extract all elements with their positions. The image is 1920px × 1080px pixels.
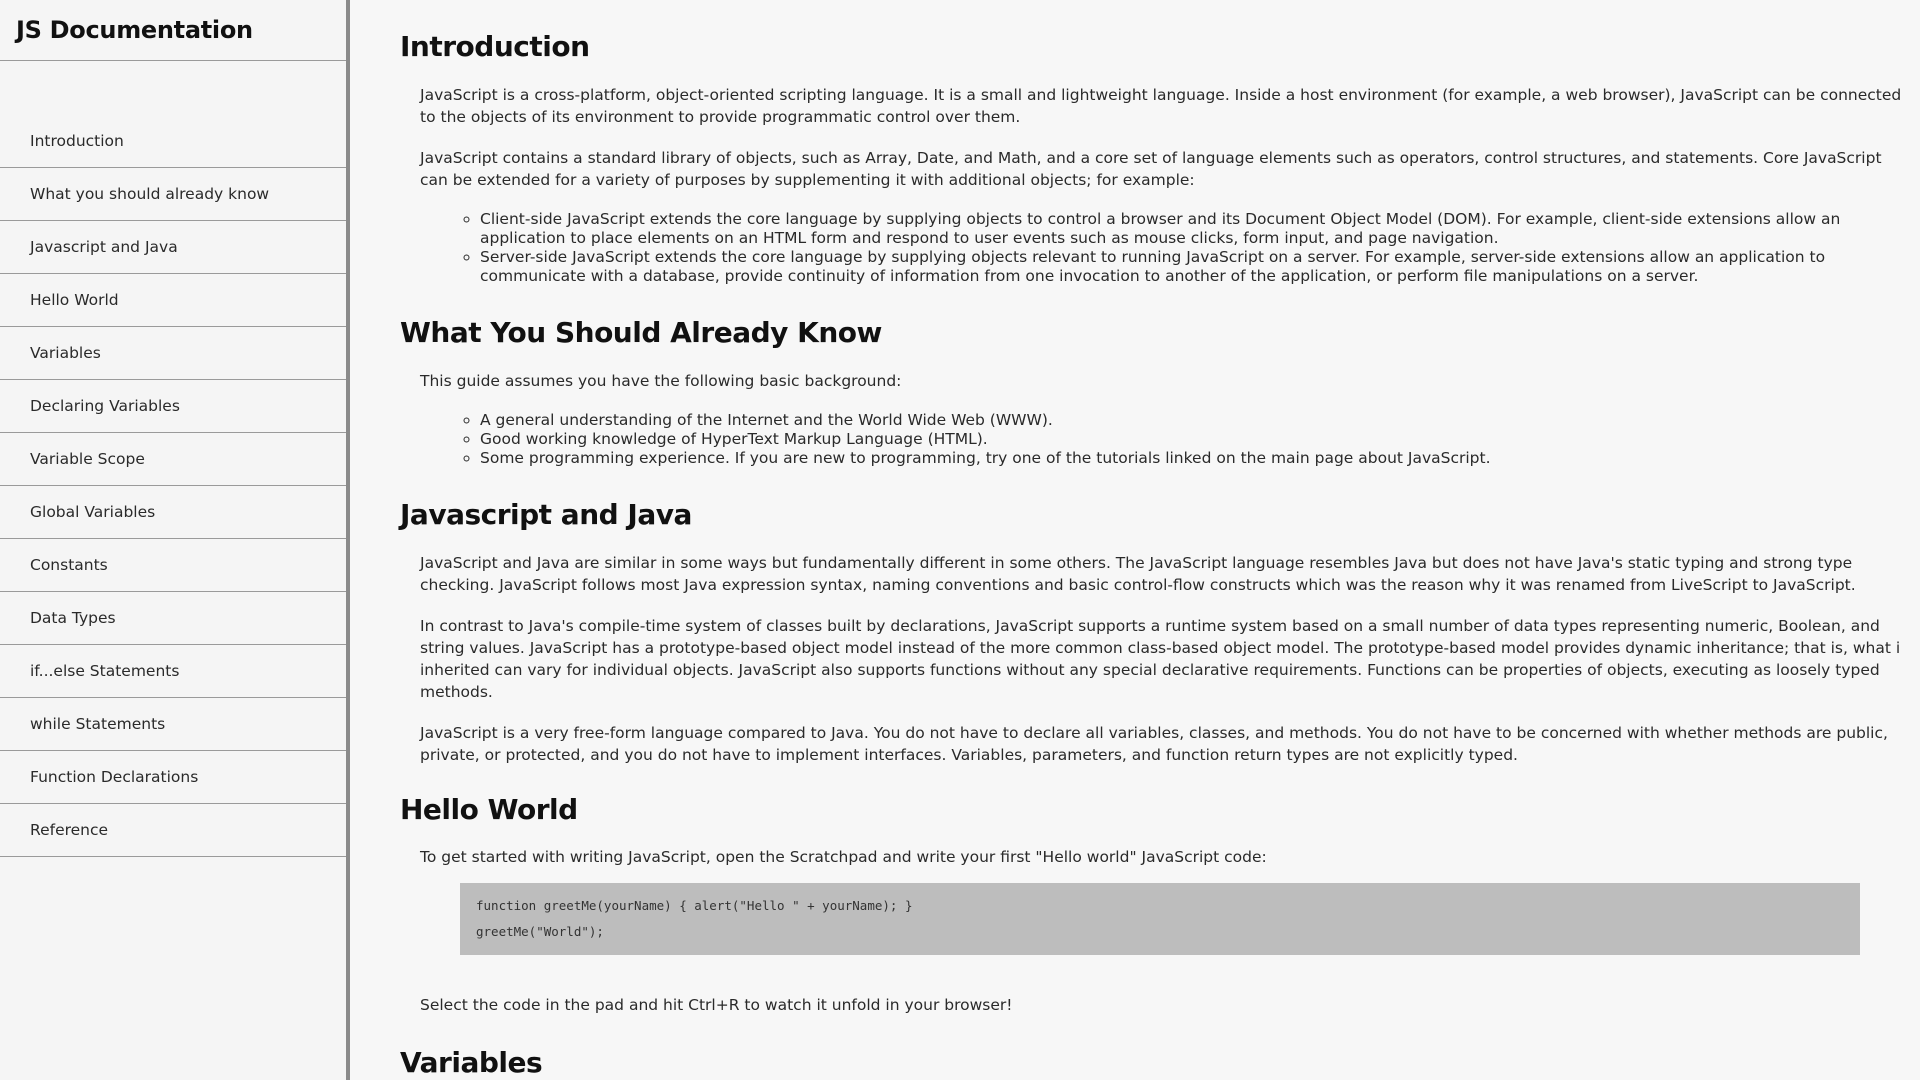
- nav-item-while-statements: while Statements: [0, 698, 346, 751]
- section-paragraph: In contrast to Java's compile-time syste…: [420, 617, 1900, 701]
- nav-item-what-you-should-already-know: What you should already know: [0, 168, 346, 221]
- section-paragraph: This guide assumes you have the followin…: [420, 372, 902, 390]
- code-line: function greetMe(yourName) { alert("Hell…: [476, 898, 913, 913]
- nav-item-if-else-statements: if...else Statements: [0, 645, 346, 698]
- nav-link-what-you-should-already-know[interactable]: What you should already know: [0, 168, 346, 220]
- nav-link-data-types[interactable]: Data Types: [0, 592, 346, 644]
- section-title-hello-world: Hello World: [400, 793, 578, 826]
- nav-link-javascript-and-java[interactable]: Javascript and Java: [0, 221, 346, 273]
- nav-item-declaring-variables: Declaring Variables: [0, 380, 346, 433]
- section-title-what-you-should-already-know: What You Should Already Know: [400, 316, 882, 349]
- nav-link-declaring-variables[interactable]: Declaring Variables: [0, 380, 346, 432]
- code-line: greetMe("World");: [476, 924, 604, 939]
- section-paragraph: JavaScript contains a standard library o…: [420, 149, 1882, 189]
- nav-item-variable-scope: Variable Scope: [0, 433, 346, 486]
- section-hello-world: Hello World To get started with writing …: [400, 766, 1900, 1016]
- nav-link-function-declarations[interactable]: Function Declarations: [0, 751, 346, 803]
- list-item: A general understanding of the Internet …: [480, 411, 1900, 430]
- nav-item-introduction: Introduction: [0, 115, 346, 168]
- nav-link-list: Introduction What you should already kno…: [0, 61, 346, 857]
- list-item: Good working knowledge of HyperText Mark…: [480, 430, 1900, 449]
- nav-item-reference: Reference: [0, 804, 346, 857]
- list-item: Client-side JavaScript extends the core …: [480, 210, 1900, 248]
- section-javascript-and-java: Javascript and Java JavaScript and Java …: [400, 468, 1900, 766]
- nav-link-global-variables[interactable]: Global Variables: [0, 486, 346, 538]
- section-title-javascript-and-java: Javascript and Java: [400, 498, 692, 531]
- navbar-header: JS Documentation: [0, 0, 346, 61]
- section-variables: Variables: [400, 1016, 1900, 1080]
- nav-item-hello-world: Hello World: [0, 274, 346, 327]
- nav-item-javascript-and-java: Javascript and Java: [0, 221, 346, 274]
- section-title-variables: Variables: [400, 1046, 543, 1079]
- section-paragraph: JavaScript and Java are similar in some …: [420, 554, 1856, 594]
- nav-item-data-types: Data Types: [0, 592, 346, 645]
- nav-link-while-statements[interactable]: while Statements: [0, 698, 346, 750]
- nav-link-variables[interactable]: Variables: [0, 327, 346, 379]
- section-paragraph: To get started with writing JavaScript, …: [420, 848, 1267, 866]
- section-list: A general understanding of the Internet …: [400, 411, 1900, 468]
- nav-item-function-declarations: Function Declarations: [0, 751, 346, 804]
- nav-item-variables: Variables: [0, 327, 346, 380]
- section-paragraph: JavaScript is a cross-platform, object-o…: [420, 86, 1900, 126]
- section-title-introduction: Introduction: [400, 30, 590, 63]
- nav-link-variable-scope[interactable]: Variable Scope: [0, 433, 346, 485]
- section-paragraph: Select the code in the pad and hit Ctrl+…: [420, 996, 1013, 1014]
- navbar-title: JS Documentation: [16, 16, 253, 44]
- main-doc: Introduction JavaScript is a cross-platf…: [350, 0, 1900, 1080]
- nav-item-constants: Constants: [0, 539, 346, 592]
- section-paragraph: JavaScript is a very free-form language …: [420, 724, 1888, 764]
- nav-link-hello-world[interactable]: Hello World: [0, 274, 346, 326]
- section-list: Client-side JavaScript extends the core …: [400, 210, 1900, 286]
- nav-item-global-variables: Global Variables: [0, 486, 346, 539]
- section-what-you-should-already-know: What You Should Already Know This guide …: [400, 286, 1900, 468]
- list-item: Some programming experience. If you are …: [480, 449, 1900, 468]
- nav-link-introduction[interactable]: Introduction: [0, 115, 346, 167]
- nav-link-constants[interactable]: Constants: [0, 539, 346, 591]
- code-block[interactable]: function greetMe(yourName) { alert("Hell…: [460, 883, 1860, 955]
- navbar: JS Documentation Introduction What you s…: [0, 0, 350, 1080]
- nav-link-if-else-statements[interactable]: if...else Statements: [0, 645, 346, 697]
- nav-link-reference[interactable]: Reference: [0, 804, 346, 856]
- section-introduction: Introduction JavaScript is a cross-platf…: [400, 0, 1900, 286]
- list-item: Server-side JavaScript extends the core …: [480, 248, 1900, 286]
